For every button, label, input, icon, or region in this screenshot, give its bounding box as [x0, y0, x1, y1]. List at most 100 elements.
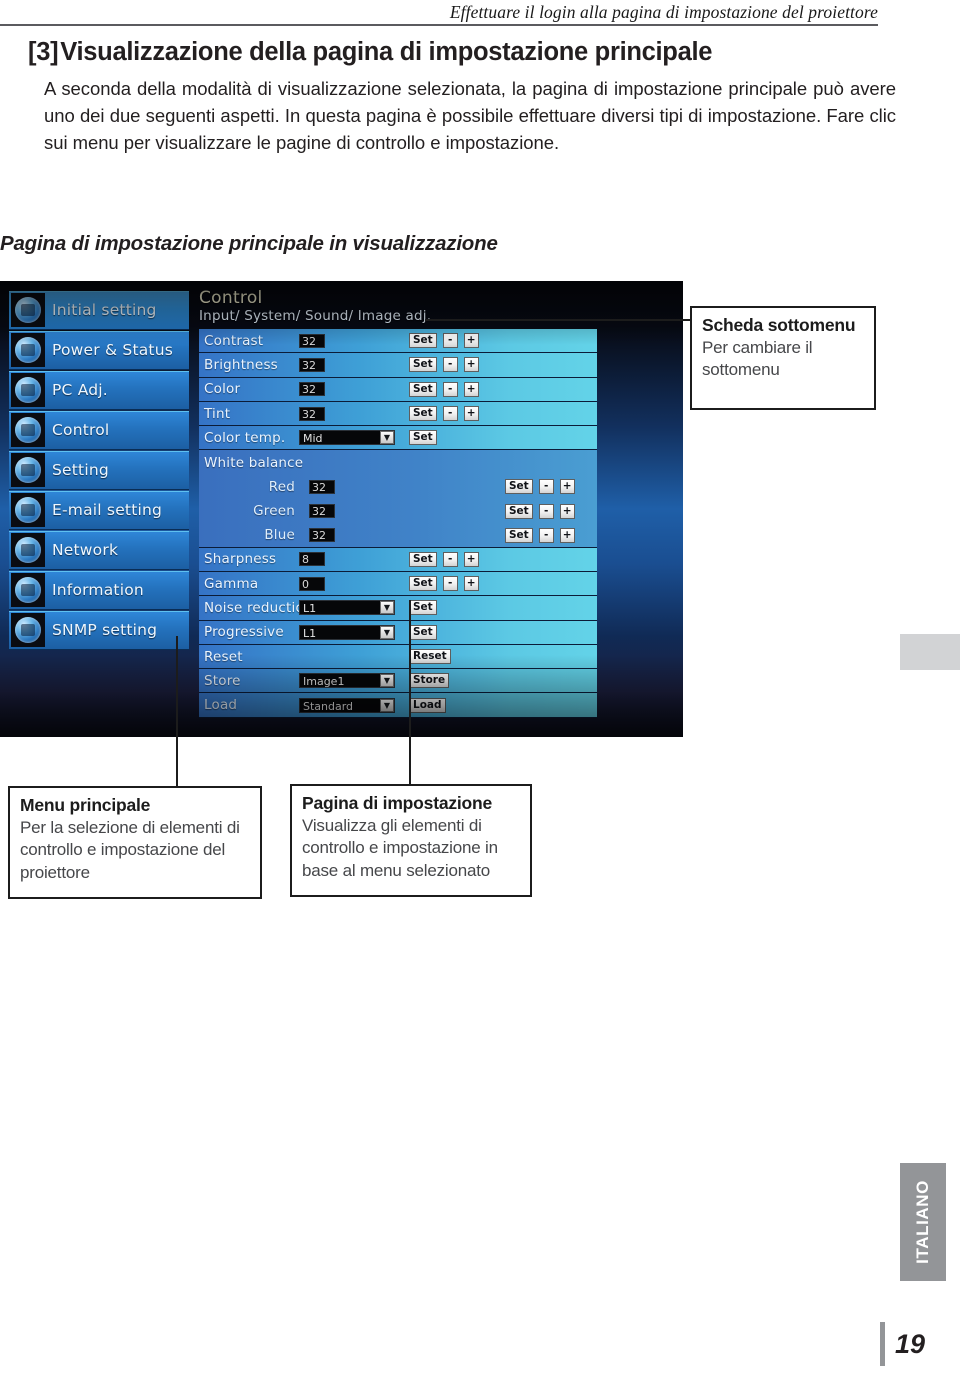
decrement-button[interactable]: - [442, 381, 458, 397]
increment-button[interactable]: + [463, 406, 479, 422]
pc-adj-icon [11, 373, 45, 408]
sidebar-item-information[interactable]: Information [9, 571, 189, 610]
progressive-select[interactable]: L1 ▼ [299, 624, 395, 640]
sidebar-item-label: Setting [52, 461, 109, 480]
reset-button[interactable]: Reset [409, 649, 451, 664]
table-row: Green 32 Set - + [199, 499, 597, 524]
color-input[interactable]: 32 [299, 382, 325, 397]
decrement-button[interactable]: - [538, 503, 554, 519]
set-button[interactable]: Set [409, 551, 437, 567]
increment-button[interactable]: + [463, 333, 479, 349]
blue-input[interactable]: 32 [309, 528, 335, 543]
sidebar-item-power-status[interactable]: Power & Status [9, 331, 189, 370]
sidebar-item-label: Network [52, 541, 119, 560]
table-row: Contrast 32 Set - + [199, 329, 597, 354]
sidebar-item-label: Initial setting [52, 301, 157, 320]
load-select[interactable]: Standard ▼ [299, 697, 395, 713]
green-input[interactable]: 32 [309, 504, 335, 519]
table-row: White balance [199, 450, 597, 475]
table-row: Brightness 32 Set - + [199, 353, 597, 378]
page-folio: 19 [880, 1322, 925, 1366]
decrement-button[interactable]: - [442, 333, 458, 349]
sub-heading: Pagina di impostazione principale in vis… [0, 232, 498, 255]
store-select[interactable]: Image1 ▼ [299, 673, 395, 689]
set-button[interactable]: Set [409, 624, 437, 640]
noise-reduction-select[interactable]: L1 ▼ [299, 600, 395, 616]
chevron-down-icon[interactable]: ▼ [380, 601, 394, 615]
chevron-down-icon[interactable]: ▼ [380, 698, 394, 712]
set-button[interactable]: Set [409, 333, 437, 349]
color-temp-value: Mid [303, 432, 323, 446]
set-button[interactable]: Set [505, 479, 533, 495]
sidebar-item-network[interactable]: Network [9, 531, 189, 570]
increment-button[interactable]: + [463, 576, 479, 592]
sidebar-item-label: Power & Status [52, 341, 173, 360]
progressive-value: L1 [303, 626, 317, 640]
callout-body: Per la selezione di elementi di controll… [20, 817, 240, 882]
increment-button[interactable]: + [559, 503, 575, 519]
table-row: Reset Reset [199, 644, 597, 670]
noise-reduction-value: L1 [303, 602, 317, 616]
decrement-button[interactable]: - [442, 576, 458, 592]
sidebar-item-label: Control [52, 421, 110, 440]
brightness-input[interactable]: 32 [299, 357, 325, 372]
callout-body: Per cambiare il sottomenu [702, 337, 813, 380]
increment-button[interactable]: + [559, 479, 575, 495]
color-temp-select[interactable]: Mid ▼ [299, 430, 395, 446]
chevron-down-icon[interactable]: ▼ [380, 431, 394, 445]
set-button[interactable]: Set [505, 503, 533, 519]
section-title-text: Visualizzazione della pagina di impostaz… [60, 38, 713, 66]
set-button[interactable]: Set [409, 600, 437, 616]
setting-icon [11, 453, 45, 488]
row-label: Load [204, 697, 238, 714]
row-label: Gamma [204, 575, 259, 592]
callout-setting-page: Pagina di impostazione Visualizza gli el… [290, 784, 532, 897]
chevron-down-icon[interactable]: ▼ [380, 625, 394, 639]
increment-button[interactable]: + [463, 551, 479, 567]
sidebar-item-email-setting[interactable]: E-mail setting [9, 491, 189, 530]
contrast-input[interactable]: 32 [299, 333, 325, 348]
gamma-input[interactable]: 0 [299, 576, 325, 591]
set-button[interactable]: Set [409, 357, 437, 373]
row-label: Store [204, 672, 241, 689]
decrement-button[interactable]: - [442, 357, 458, 373]
chevron-down-icon[interactable]: ▼ [380, 674, 394, 688]
increment-button[interactable]: + [559, 527, 575, 543]
language-tab-label: ITALIANO [913, 1180, 932, 1264]
row-label: Color [204, 381, 241, 398]
decrement-button[interactable]: - [442, 551, 458, 567]
increment-button[interactable]: + [463, 357, 479, 373]
callout-title: Pagina di impostazione [302, 793, 493, 813]
decrement-button[interactable]: - [538, 479, 554, 495]
projector-main-menu: Initial setting Power & Status PC Adj. C… [9, 291, 189, 651]
decrement-button[interactable]: - [442, 406, 458, 422]
set-button[interactable]: Set [505, 527, 533, 543]
set-button[interactable]: Set [409, 406, 437, 422]
red-input[interactable]: 32 [309, 479, 335, 494]
power-status-icon [11, 333, 45, 368]
sidebar-item-initial-setting[interactable]: Initial setting [9, 291, 189, 330]
load-button[interactable]: Load [409, 697, 446, 713]
information-icon [11, 573, 45, 608]
sidebar-item-control[interactable]: Control [9, 411, 189, 450]
row-label: Progressive [204, 624, 284, 641]
set-button[interactable]: Set [409, 381, 437, 397]
submenu-tabs[interactable]: Input/ System/ Sound/ Image adj. [199, 308, 597, 325]
decrement-button[interactable]: - [538, 527, 554, 543]
table-row: Noise reduction L1 ▼ Set [199, 596, 597, 621]
page-edge-tab-marker [900, 634, 960, 670]
language-tab: ITALIANO [900, 1163, 946, 1281]
sidebar-item-snmp-setting[interactable]: SNMP setting [9, 611, 189, 650]
control-rows: Contrast 32 Set - + Brightness 32 Set - … [199, 329, 597, 718]
store-button[interactable]: Store [409, 673, 450, 689]
running-header: Effettuare il login alla pagina di impos… [449, 2, 878, 22]
sharpness-input[interactable]: 8 [299, 552, 325, 567]
increment-button[interactable]: + [463, 381, 479, 397]
table-row: Progressive L1 ▼ Set [199, 620, 597, 645]
set-button[interactable]: Set [409, 430, 437, 446]
sidebar-item-pc-adj[interactable]: PC Adj. [9, 371, 189, 410]
set-button[interactable]: Set [409, 576, 437, 592]
sidebar-item-label: E-mail setting [52, 501, 163, 520]
sidebar-item-setting[interactable]: Setting [9, 451, 189, 490]
tint-input[interactable]: 32 [299, 406, 325, 421]
